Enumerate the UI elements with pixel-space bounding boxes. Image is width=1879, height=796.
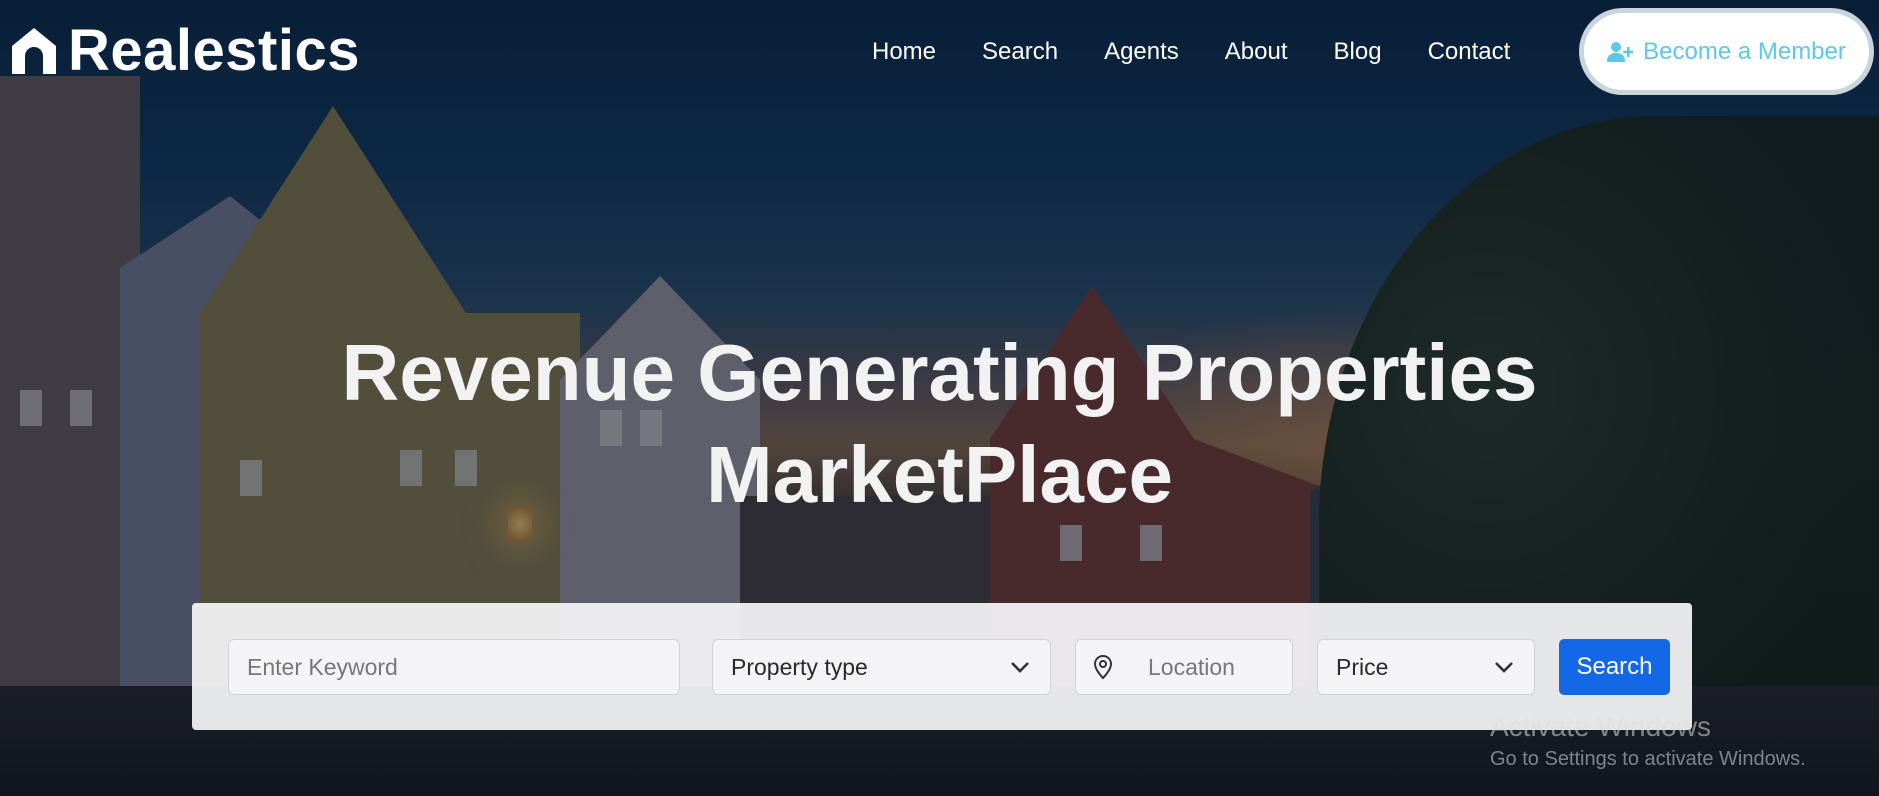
chevron-down-icon <box>1011 662 1029 673</box>
become-member-label: Become a Member <box>1643 37 1846 65</box>
search-button[interactable]: Search <box>1559 639 1670 695</box>
brand-name: Realestics <box>68 18 360 83</box>
main-nav: Home Search Agents About Blog Contact <box>872 36 1510 68</box>
nav-agents[interactable]: Agents <box>1104 36 1179 68</box>
brand-logo[interactable]: Realestics <box>10 22 360 80</box>
map-pin-icon <box>1093 654 1113 680</box>
hero-title-line1: Revenue Generating Properties <box>341 328 1538 417</box>
keyword-field <box>228 639 680 695</box>
property-type-value: Property type <box>731 653 868 680</box>
nav-blog[interactable]: Blog <box>1334 36 1382 68</box>
nav-about[interactable]: About <box>1225 36 1288 68</box>
property-type-select[interactable]: Property type <box>712 639 1051 695</box>
watermark-title: Activate Windows <box>1490 711 1711 742</box>
property-search-panel: Property type Location Price Search <box>192 603 1692 730</box>
location-field[interactable]: Location <box>1075 639 1293 695</box>
house-icon <box>12 28 56 74</box>
become-member-button[interactable]: Become a Member <box>1579 8 1874 95</box>
location-placeholder: Location <box>1148 653 1235 680</box>
user-plus-icon <box>1607 41 1634 62</box>
watermark-subtitle: Go to Settings to activate Windows. <box>1490 748 1806 770</box>
hero-title-line2: MarketPlace <box>706 430 1173 519</box>
nav-search[interactable]: Search <box>982 36 1058 68</box>
price-value: Price <box>1336 653 1389 680</box>
hero-title: Revenue Generating Properties MarketPlac… <box>0 322 1879 526</box>
price-select[interactable]: Price <box>1317 639 1535 695</box>
windows-activation-watermark: Activate Windows Go to Settings to activ… <box>1490 709 1806 773</box>
chevron-down-icon <box>1495 662 1513 673</box>
nav-home[interactable]: Home <box>872 36 936 68</box>
nav-contact[interactable]: Contact <box>1428 36 1511 68</box>
keyword-input[interactable] <box>229 640 679 694</box>
